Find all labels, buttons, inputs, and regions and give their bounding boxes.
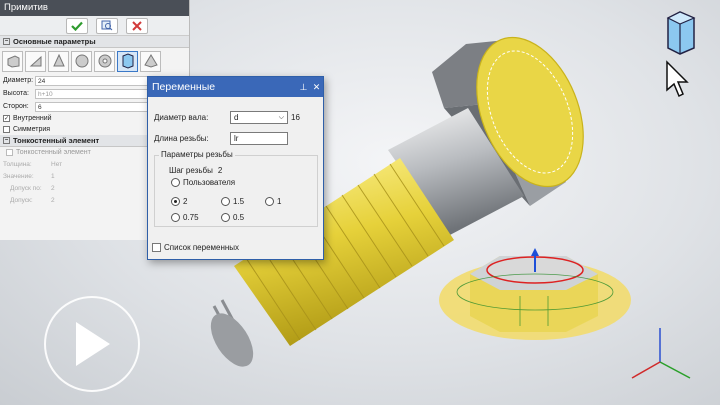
radio-user[interactable]: Пользователя <box>171 178 235 187</box>
thin-value: Нет <box>51 160 63 168</box>
close-icon[interactable]: ✕ <box>310 77 323 97</box>
collapse-icon[interactable]: – <box>3 38 10 45</box>
thread-length-field: Длина резьбы: lr <box>154 132 288 145</box>
primitive-pyramid[interactable] <box>140 50 161 72</box>
panel-title: Примитив <box>0 0 189 16</box>
radio-label: 0.75 <box>183 213 199 222</box>
preview-button[interactable] <box>96 17 118 34</box>
torus-icon <box>98 54 111 68</box>
param-label: Высота: <box>3 90 29 97</box>
thin-label: Допуск по: <box>10 184 42 192</box>
group-label: Параметры резьбы <box>159 150 235 159</box>
list-label: Список переменных <box>164 243 240 252</box>
thread-len-label: Длина резьбы: <box>154 134 209 143</box>
thin-value: 2 <box>51 196 55 204</box>
param-label: Сторон: <box>3 103 29 110</box>
primitive-wedge[interactable] <box>25 50 46 72</box>
thin-value: 2 <box>51 184 55 192</box>
box-icon <box>7 55 19 68</box>
mouse-cursor-icon <box>666 60 689 98</box>
radio-option-0-75[interactable]: 0.75 <box>171 213 199 222</box>
play-icon <box>76 322 110 366</box>
primitive-type-bar <box>0 48 189 74</box>
variables-dialog: Переменные ⊥ ✕ Диаметр вала: d ⌵ 16 Длин… <box>147 76 324 260</box>
section-thin-title: Тонкостенный элемент <box>13 135 100 145</box>
collapse-icon[interactable]: – <box>3 137 10 144</box>
close-icon <box>132 20 142 31</box>
thread-length-input[interactable]: lr <box>230 132 288 145</box>
axis-triad <box>631 328 691 379</box>
variables-list-checkbox[interactable]: Список переменных <box>152 243 239 252</box>
preview-icon <box>101 20 113 31</box>
radio-selected-icon <box>171 197 180 206</box>
radio-icon <box>221 213 230 222</box>
cone-icon <box>52 54 65 67</box>
radio-label: 1.5 <box>233 197 245 206</box>
dialog-titlebar[interactable]: Переменные ⊥ ✕ <box>148 77 323 97</box>
chevron-down-icon: ⌵ <box>278 114 284 121</box>
primitive-prism[interactable] <box>117 50 138 72</box>
wedge-icon <box>29 55 41 67</box>
play-button[interactable] <box>44 296 140 392</box>
radio-icon <box>265 197 274 206</box>
section-main-params[interactable]: – Основные параметры <box>0 36 189 48</box>
param-label: Диаметр: <box>3 77 34 84</box>
checkbox-icon <box>152 243 161 252</box>
radio-icon <box>221 197 230 206</box>
thin-label: Толщина: <box>3 160 32 168</box>
primitive-sphere[interactable] <box>71 50 92 72</box>
checkmark-icon <box>71 21 83 31</box>
thin-value: 1 <box>51 172 55 180</box>
checkbox-checked-icon: ✓ <box>3 115 10 122</box>
radio-label: 1 <box>277 197 282 206</box>
pitch-row: Шаг резьбы 2 <box>169 166 222 175</box>
primitive-cone[interactable] <box>48 50 69 72</box>
radio-icon <box>171 213 180 222</box>
cancel-button[interactable] <box>126 17 148 34</box>
checkbox-icon <box>6 149 13 156</box>
thread-params-group: Параметры резьбы Шаг резьбы 2 Пользовате… <box>154 150 318 227</box>
radio-label: 2 <box>183 197 188 206</box>
radio-option-0-5[interactable]: 0.5 <box>221 213 244 222</box>
pitch-label: Шаг резьбы <box>169 166 213 175</box>
dialog-title: Переменные <box>152 81 216 93</box>
panel-toolbar <box>0 16 189 36</box>
symmetry-label: Симметрия <box>13 126 51 133</box>
shaft-label: Диаметр вала: <box>154 113 209 122</box>
thin-element-label: Тонкостенный элемент <box>16 149 91 156</box>
radio-option-2[interactable]: 2 <box>171 197 187 206</box>
radio-label: Пользователя <box>183 178 236 187</box>
nut-model <box>439 248 631 340</box>
inner-label: Внутренний <box>13 115 52 122</box>
thin-label: Допуск: <box>10 196 33 204</box>
pin-icon[interactable]: ⊥ <box>297 77 310 97</box>
sphere-icon <box>75 54 88 68</box>
checkbox-icon <box>3 126 10 133</box>
shaft-extra-value: 16 <box>291 113 300 122</box>
radio-option-1[interactable]: 1 <box>265 197 281 206</box>
pitch-value: 2 <box>217 166 223 175</box>
radio-label: 0.5 <box>233 213 245 222</box>
section-main-title: Основные параметры <box>13 36 96 46</box>
pyramid-icon <box>143 54 158 68</box>
prism-icon <box>122 53 133 69</box>
thin-label: Значение: <box>3 172 34 180</box>
shaft-value: d <box>234 113 239 122</box>
shaft-diameter-field: Диаметр вала: d ⌵ 16 <box>154 111 300 124</box>
shaft-diameter-select[interactable]: d ⌵ <box>230 111 288 124</box>
radio-option-1-5[interactable]: 1.5 <box>221 197 244 206</box>
radio-icon <box>171 178 180 187</box>
ok-button[interactable] <box>66 17 88 34</box>
primitive-box[interactable] <box>2 50 23 72</box>
primitive-torus[interactable] <box>94 50 115 72</box>
